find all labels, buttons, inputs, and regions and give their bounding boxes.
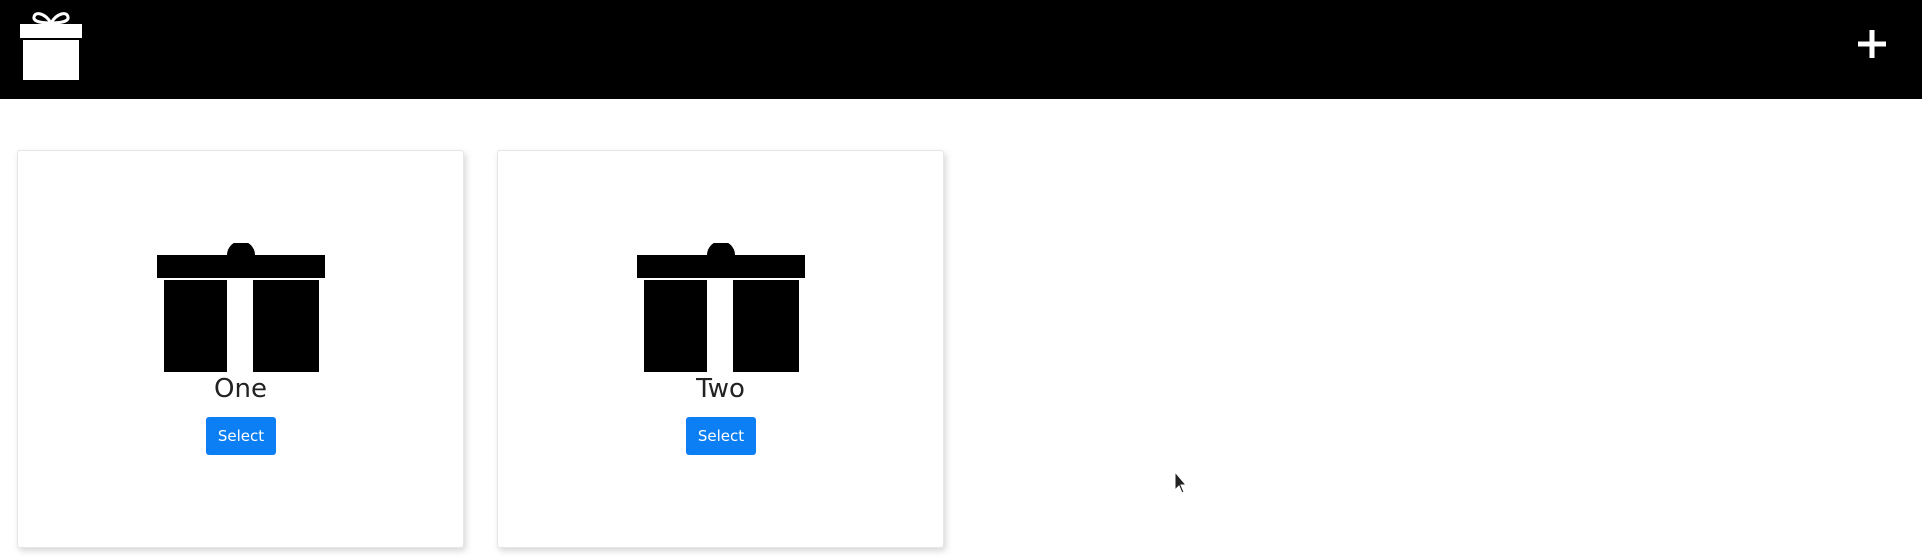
gift-icon xyxy=(637,243,805,372)
mouse-pointer-icon xyxy=(1174,471,1188,494)
gift-logo-icon[interactable] xyxy=(19,9,83,81)
card-title: Two xyxy=(696,374,745,404)
card-title: One xyxy=(214,374,267,404)
plus-icon[interactable] xyxy=(1852,24,1892,64)
select-button[interactable]: Select xyxy=(686,417,756,455)
select-button[interactable]: Select xyxy=(206,417,276,455)
gift-icon xyxy=(157,243,325,372)
gift-card: One Select xyxy=(17,150,464,548)
gift-card: Two Select xyxy=(497,150,944,548)
top-navigation-bar xyxy=(0,0,1922,99)
